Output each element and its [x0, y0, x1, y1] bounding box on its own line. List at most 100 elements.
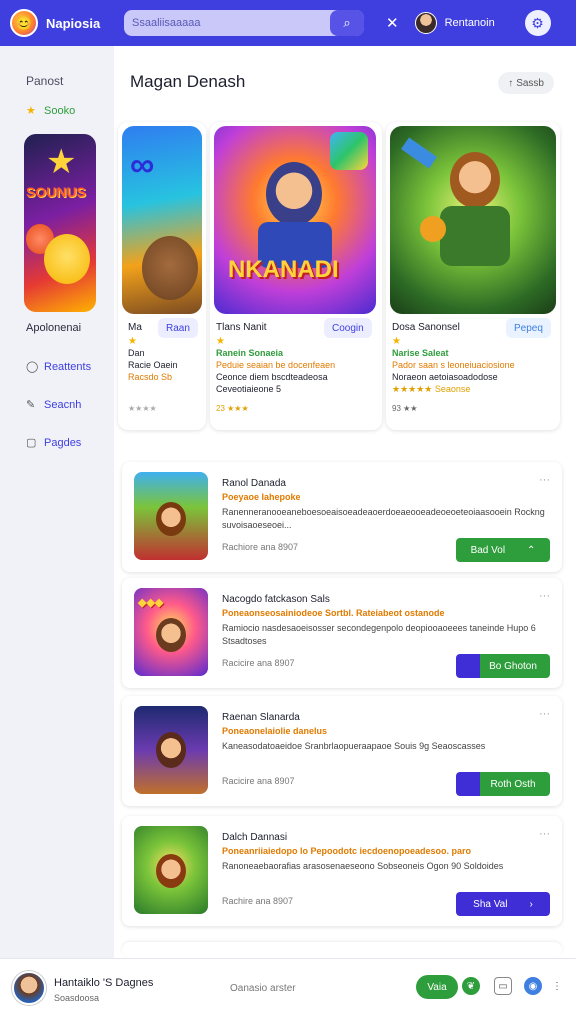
- list-item-action-button[interactable]: Roth Osth: [456, 772, 550, 796]
- sidebar-item-pagdes[interactable]: ▢ Pagdes: [26, 436, 81, 450]
- more-options-icon[interactable]: ···: [539, 590, 550, 602]
- user-avatar[interactable]: [414, 12, 437, 34]
- game-tag[interactable]: Pepeq: [506, 318, 551, 338]
- player-avatar[interactable]: [12, 971, 46, 1005]
- sidebar-game-cover[interactable]: ★ SOUNUS: [24, 134, 96, 312]
- sidebar-item-reattents[interactable]: ◯ Reattents: [26, 360, 92, 374]
- player-status: Oanasio arster: [230, 983, 296, 994]
- globe-icon[interactable]: ◉: [524, 977, 542, 995]
- list-item-title: Dalch Dannasi: [222, 832, 288, 843]
- filter-button[interactable]: ↑ Sassb: [498, 72, 554, 94]
- list-item-description: Ramiocio nasdesaoeisosser secondegenpolo…: [222, 623, 536, 646]
- game-line: Ceveotiaieone 5: [216, 384, 282, 394]
- list-item[interactable]: Ranol Danada Poeyaoe Iahepoke Ranenneran…: [122, 462, 562, 572]
- app-name: Napiosia: [46, 15, 101, 31]
- more-options-icon[interactable]: ···: [539, 828, 550, 840]
- game-name: Dosa Sanonsel: [392, 322, 460, 333]
- list-item: [122, 942, 562, 958]
- list-item-title: Raenan Slanarda: [222, 712, 300, 723]
- star-icon: ★: [46, 143, 77, 181]
- game-thumbnail: ◆◆◆: [134, 588, 208, 676]
- list-item[interactable]: Raenan Slanarda Poneaonelaiolie danelus …: [122, 696, 562, 806]
- search-icon[interactable]: ⌕: [330, 10, 364, 36]
- list-item[interactable]: Dalch Dannasi Poneanriiaiedopo lo Pepood…: [122, 816, 562, 926]
- app-logo-icon[interactable]: 😊: [10, 9, 38, 37]
- list-item-title: Ranol Danada: [222, 478, 286, 489]
- star-icon: ★: [392, 336, 401, 347]
- list-item-action-button[interactable]: Bo Ghoton: [456, 654, 550, 678]
- game-art: [390, 126, 556, 314]
- art-logo: ∞: [130, 146, 155, 184]
- game-line: Ranein Sonaeia: [216, 348, 284, 358]
- art-weapon: [401, 137, 437, 169]
- list-item-description: Ranoneaebaorafias arasosenaeseono Sobseo…: [222, 861, 504, 871]
- game-name: Tlans Nanit: [216, 322, 267, 333]
- art-creature: [420, 216, 446, 242]
- page-title: Magan Denash: [130, 72, 246, 91]
- game-rating: 23 ★★★: [216, 404, 249, 413]
- leaf-icon[interactable]: ❦: [462, 977, 480, 995]
- more-options-icon[interactable]: ···: [539, 474, 550, 486]
- game-line: Ceonce diem bscdteadeosa: [216, 372, 328, 382]
- game-tag[interactable]: Coogin: [324, 318, 372, 338]
- list-item-description: Ranenneranooeaneboesoeaisoeadeaoerdoeaeo…: [222, 507, 545, 530]
- sidebar-title: Panost: [26, 74, 64, 88]
- game-thumbnail: [134, 826, 208, 914]
- list-item-meta: Rachiore ana 8907: [222, 542, 299, 552]
- sidebar-item-label: Reattents: [44, 360, 92, 373]
- featured-card[interactable]: Dosa Sanonsel Pepeq ★ Narise Saleat Pado…: [386, 122, 560, 430]
- list-item-subtitle: Poneaonelaiolie danelus: [222, 726, 328, 736]
- settings-gear-icon[interactable]: ⚙: [524, 10, 551, 36]
- search-placeholder: Ssaaliisaaaaa: [132, 17, 201, 29]
- more-options-icon[interactable]: ···: [539, 708, 550, 720]
- list-item-title: Nacogdo fatckason Sals: [222, 594, 330, 605]
- featured-card[interactable]: ∞ Ma Raan ★ Dan Racie Oaein Racsdo Sb ★★…: [118, 122, 206, 430]
- sidebar-section-label: Apolonenai: [26, 322, 82, 334]
- more-vertical-icon[interactable]: ⋮: [548, 977, 566, 995]
- game-line: Dan: [128, 348, 145, 358]
- cover-character: [44, 234, 90, 284]
- screen-icon[interactable]: ▭: [494, 977, 512, 995]
- game-line: Narise Saleat: [392, 348, 449, 358]
- list-item-subtitle: Poneaonseosainiodeoe Sortbl. Rateiabeot …: [222, 608, 445, 618]
- circle-icon: ◯: [26, 361, 39, 373]
- list-item[interactable]: ◆◆◆ Nacogdo fatckason Sals Poneaonseosai…: [122, 578, 562, 688]
- app-badge-icon: [330, 132, 368, 170]
- list-item-action-button[interactable]: Bad Vol ⌃: [456, 538, 550, 562]
- filter-label: Sassb: [516, 77, 544, 89]
- pencil-icon: ✎: [26, 399, 36, 411]
- art-title: NKANADI: [228, 256, 339, 283]
- thumb-character: [156, 732, 186, 768]
- featured-card[interactable]: NKANADI Tlans Nanit Coogin ★ Ranein Sona…: [210, 122, 382, 430]
- user-name[interactable]: Rentanoin: [445, 17, 519, 29]
- play-button[interactable]: Vaia: [416, 975, 458, 999]
- game-thumbnail: [134, 472, 208, 560]
- game-art: ∞: [122, 126, 202, 314]
- main-content: Magan Denash ↑ Sassb ∞ Ma Raan ★ Dan Rac…: [114, 46, 576, 958]
- thumb-title: ◆◆◆: [138, 597, 164, 609]
- button-label: Roth Osth: [490, 778, 536, 790]
- game-line: Racsdo Sb: [128, 372, 173, 382]
- game-line: Noraeon aetoiasoadodose: [392, 372, 498, 382]
- art-character-body: [440, 206, 510, 266]
- star-icon: ★: [216, 336, 225, 347]
- filter-icon: ↑: [508, 77, 514, 89]
- game-line: Peduie seaian be docenfeaen: [216, 360, 336, 370]
- search-input[interactable]: Ssaaliisaaaaa: [124, 10, 364, 36]
- list-item-description: Kaneasodatoaeidoe Sranbrlaopueraapaoe So…: [222, 741, 486, 751]
- chevron-right-icon: ›: [529, 898, 533, 910]
- star-icon: ★: [26, 105, 36, 117]
- cover-title: SOUNUS: [26, 184, 86, 200]
- sidebar-item-seacnh[interactable]: ✎ Seacnh: [26, 398, 82, 412]
- sidebar-item-label: Seacnh: [44, 398, 82, 411]
- list-item-meta: Rachire ana 8907: [222, 896, 294, 906]
- art-character: [142, 236, 198, 300]
- star-icon: ★: [128, 336, 137, 347]
- sidebar-item-sooko[interactable]: ★ Sooko: [26, 104, 75, 118]
- game-tag[interactable]: Raan: [158, 318, 198, 338]
- list-item-action-button[interactable]: Sha Val ›: [456, 892, 550, 916]
- close-icon[interactable]: ✕: [386, 14, 399, 32]
- game-rating: 93 ★★: [392, 404, 418, 413]
- game-line: ★★★★★ Seaonse: [392, 384, 471, 394]
- list-item-subtitle: Poeyaoe Iahepoke: [222, 492, 301, 502]
